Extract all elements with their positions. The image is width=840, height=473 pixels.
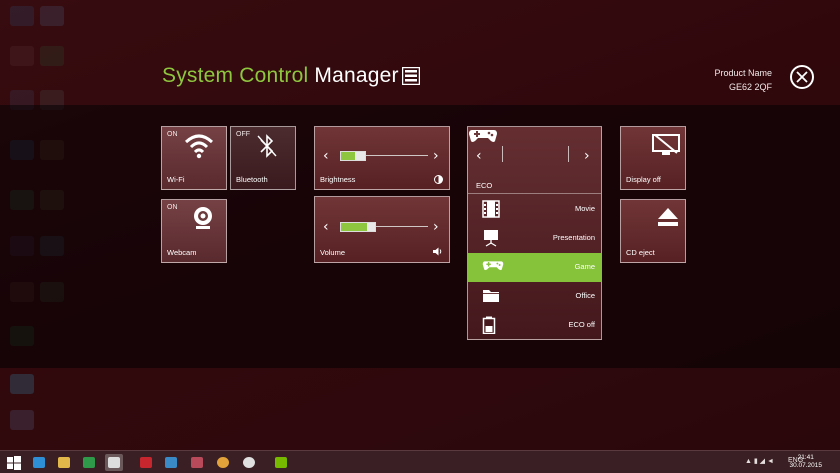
tool-icon <box>191 457 203 468</box>
gamepad-icon <box>469 130 497 142</box>
brightness-tile: ‹ › Brightness <box>314 126 450 190</box>
close-icon <box>796 71 808 83</box>
eco-mode-presentation[interactable]: Presentation <box>468 224 601 253</box>
wifi-tile[interactable]: ON Wi-Fi <box>161 126 227 190</box>
volume-tile: ‹ › Volume <box>314 196 450 263</box>
folder-icon <box>58 457 70 468</box>
wifi-state: ON <box>167 131 178 138</box>
webcam-tile[interactable]: ON Webcam <box>161 199 227 263</box>
bluetooth-icon <box>257 134 277 158</box>
taskbar-app-ie[interactable] <box>30 454 48 471</box>
taskbar-app-steam[interactable] <box>240 454 258 471</box>
product-label: Product Name <box>714 68 772 78</box>
eject-icon <box>658 208 678 226</box>
chrome-icon <box>217 457 229 468</box>
volume-track <box>376 226 428 227</box>
start-button[interactable] <box>5 454 23 471</box>
taskbar-app-tool[interactable] <box>188 454 206 471</box>
eco-mode-label: Office <box>575 291 595 300</box>
eco-prev-button[interactable]: ‹ <box>476 149 482 163</box>
title-rest: Manager <box>314 64 399 87</box>
settings-list-icon <box>108 457 120 468</box>
internet-explorer-icon <box>33 457 45 468</box>
taskbar-app-monitor[interactable] <box>162 454 180 471</box>
battery-icon <box>482 316 496 334</box>
film-icon <box>482 200 500 218</box>
gamepad-icon <box>482 261 504 271</box>
clock-date: 30.07.2015 <box>789 462 822 469</box>
brightness-slider[interactable] <box>340 151 366 161</box>
brightness-decrease-button[interactable]: ‹ <box>323 149 329 163</box>
volume-increase-button[interactable]: › <box>433 220 439 234</box>
eco-mode-label: ECO off <box>568 320 595 329</box>
wifi-icon <box>184 134 214 159</box>
bluetooth-tile[interactable]: OFF Bluetooth <box>230 126 296 190</box>
eco-label: ECO <box>476 181 493 190</box>
store-icon <box>83 457 95 468</box>
eco-divider <box>468 193 601 194</box>
webcam-label: Webcam <box>167 248 197 257</box>
taskbar-app-explorer[interactable] <box>55 454 73 471</box>
eco-separator-left <box>502 146 503 162</box>
bluetooth-label: Bluetooth <box>236 175 268 184</box>
clock-time: 21:41 <box>797 454 814 461</box>
tray-icons[interactable]: ▲ ▮ ◢ ◄ <box>745 457 774 465</box>
monitor-icon <box>165 457 177 468</box>
settings-list-icon <box>402 67 420 85</box>
volume-decrease-button[interactable]: ‹ <box>323 220 329 234</box>
taskbar-app-scm[interactable] <box>105 454 123 471</box>
brightness-track <box>366 155 428 156</box>
clock[interactable]: 21:41 30.07.2015 <box>789 454 822 470</box>
eco-separator-right <box>568 146 569 162</box>
close-button[interactable] <box>790 65 814 89</box>
display-off-label: Display off <box>626 175 661 184</box>
lower-band <box>0 368 840 450</box>
taskbar-app-store[interactable] <box>80 454 98 471</box>
cd-eject-label: CD eject <box>626 248 655 257</box>
speaker-icon <box>433 247 442 256</box>
folder-icon <box>483 290 499 302</box>
brightness-label: Brightness <box>320 175 356 184</box>
projector-icon <box>484 230 498 247</box>
brightness-icon <box>434 175 443 184</box>
product-info: Product Name GE62 2QF <box>714 66 772 94</box>
eco-mode-eco-off[interactable]: ECO off <box>468 311 601 340</box>
eco-next-button[interactable]: › <box>584 149 590 163</box>
eco-mode-label: Presentation <box>552 233 595 242</box>
eco-mode-label: Movie <box>574 204 595 213</box>
monitor-off-icon <box>652 134 680 155</box>
volume-slider[interactable] <box>340 222 376 232</box>
title-accent: System Control <box>162 64 309 87</box>
eco-mode-label: Game <box>574 262 595 271</box>
app-title: System Control Manager <box>162 64 399 88</box>
taskbar-app-nvidia[interactable] <box>272 454 290 471</box>
nvidia-icon <box>275 457 287 468</box>
bluetooth-state: OFF <box>236 131 250 138</box>
taskbar: ▲ ▮ ◢ ◄ ENG 21:41 30.07.2015 <box>0 450 840 473</box>
webcam-state: ON <box>167 204 178 211</box>
brightness-increase-button[interactable]: › <box>433 149 439 163</box>
eco-mode-game[interactable]: Game <box>468 253 601 282</box>
windows-icon <box>7 456 21 470</box>
cd-eject-tile[interactable]: CD eject <box>620 199 686 263</box>
display-off-tile[interactable]: Display off <box>620 126 686 190</box>
eco-mode-movie[interactable]: Movie <box>468 195 601 224</box>
product-value: GE62 2QF <box>728 82 772 92</box>
dragon-icon <box>140 457 152 468</box>
steam-icon <box>243 457 255 468</box>
volume-label: Volume <box>320 248 346 257</box>
wifi-label: Wi-Fi <box>167 175 185 184</box>
eco-panel: ‹ › ECO Movie Presentation Game Office E… <box>467 126 602 340</box>
taskbar-app-msi[interactable] <box>137 454 155 471</box>
taskbar-app-chrome[interactable] <box>214 454 232 471</box>
brightness-fill <box>341 152 356 160</box>
webcam-icon <box>194 207 212 229</box>
volume-fill <box>341 223 367 231</box>
eco-mode-office[interactable]: Office <box>468 282 601 311</box>
